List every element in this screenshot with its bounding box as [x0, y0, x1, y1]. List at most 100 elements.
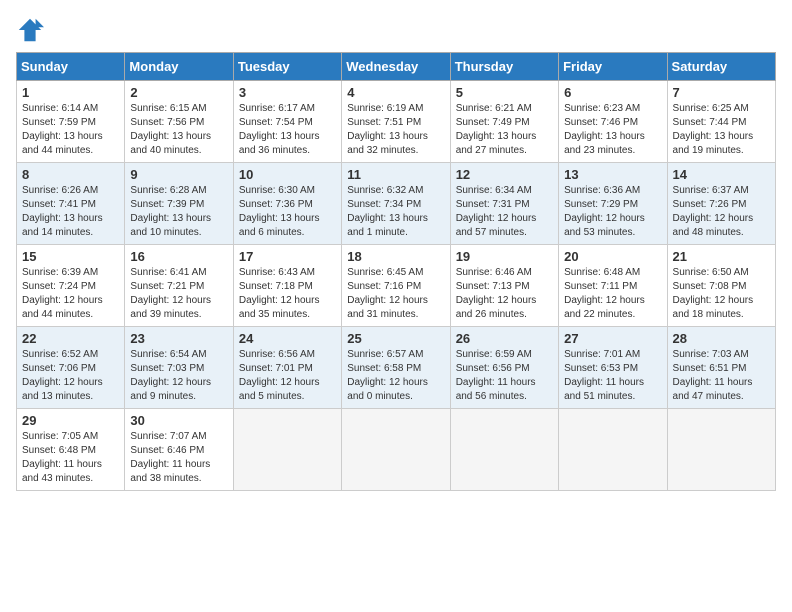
day-info: Sunrise: 6:46 AM Sunset: 7:13 PM Dayligh…: [456, 266, 553, 322]
day-number: 13: [564, 167, 661, 182]
day-number: 10: [239, 167, 336, 182]
weekday-header-monday: Monday: [125, 53, 233, 81]
day-number: 29: [22, 413, 119, 428]
day-number: 9: [130, 167, 227, 182]
day-number: 25: [347, 331, 444, 346]
calendar-cell: 23 Sunrise: 6:54 AM Sunset: 7:03 PM Dayl…: [125, 327, 233, 409]
calendar-cell: 27 Sunrise: 7:01 AM Sunset: 6:53 PM Dayl…: [559, 327, 667, 409]
day-info: Sunrise: 6:56 AM Sunset: 7:01 PM Dayligh…: [239, 348, 336, 404]
calendar-cell: 29 Sunrise: 7:05 AM Sunset: 6:48 PM Dayl…: [17, 409, 125, 491]
calendar-week-2: 8 Sunrise: 6:26 AM Sunset: 7:41 PM Dayli…: [17, 163, 776, 245]
day-number: 26: [456, 331, 553, 346]
calendar-cell: [233, 409, 341, 491]
day-number: 17: [239, 249, 336, 264]
calendar-cell: [559, 409, 667, 491]
calendar-table: SundayMondayTuesdayWednesdayThursdayFrid…: [16, 52, 776, 491]
day-info: Sunrise: 6:37 AM Sunset: 7:26 PM Dayligh…: [673, 184, 770, 240]
calendar-cell: 28 Sunrise: 7:03 AM Sunset: 6:51 PM Dayl…: [667, 327, 775, 409]
day-info: Sunrise: 6:50 AM Sunset: 7:08 PM Dayligh…: [673, 266, 770, 322]
calendar-cell: 10 Sunrise: 6:30 AM Sunset: 7:36 PM Dayl…: [233, 163, 341, 245]
calendar-cell: 17 Sunrise: 6:43 AM Sunset: 7:18 PM Dayl…: [233, 245, 341, 327]
calendar-cell: [450, 409, 558, 491]
weekday-header-tuesday: Tuesday: [233, 53, 341, 81]
day-info: Sunrise: 6:26 AM Sunset: 7:41 PM Dayligh…: [22, 184, 119, 240]
weekday-header-friday: Friday: [559, 53, 667, 81]
day-number: 21: [673, 249, 770, 264]
day-number: 8: [22, 167, 119, 182]
day-number: 2: [130, 85, 227, 100]
calendar-cell: 6 Sunrise: 6:23 AM Sunset: 7:46 PM Dayli…: [559, 81, 667, 163]
weekday-header-thursday: Thursday: [450, 53, 558, 81]
day-info: Sunrise: 6:32 AM Sunset: 7:34 PM Dayligh…: [347, 184, 444, 240]
calendar-cell: 12 Sunrise: 6:34 AM Sunset: 7:31 PM Dayl…: [450, 163, 558, 245]
day-info: Sunrise: 7:03 AM Sunset: 6:51 PM Dayligh…: [673, 348, 770, 404]
day-number: 20: [564, 249, 661, 264]
calendar-cell: 16 Sunrise: 6:41 AM Sunset: 7:21 PM Dayl…: [125, 245, 233, 327]
day-info: Sunrise: 7:01 AM Sunset: 6:53 PM Dayligh…: [564, 348, 661, 404]
day-info: Sunrise: 7:07 AM Sunset: 6:46 PM Dayligh…: [130, 430, 227, 486]
day-number: 15: [22, 249, 119, 264]
calendar-body: 1 Sunrise: 6:14 AM Sunset: 7:59 PM Dayli…: [17, 81, 776, 491]
day-info: Sunrise: 6:25 AM Sunset: 7:44 PM Dayligh…: [673, 102, 770, 158]
day-info: Sunrise: 6:41 AM Sunset: 7:21 PM Dayligh…: [130, 266, 227, 322]
calendar-cell: 24 Sunrise: 6:56 AM Sunset: 7:01 PM Dayl…: [233, 327, 341, 409]
calendar-cell: 8 Sunrise: 6:26 AM Sunset: 7:41 PM Dayli…: [17, 163, 125, 245]
day-number: 11: [347, 167, 444, 182]
calendar-cell: 1 Sunrise: 6:14 AM Sunset: 7:59 PM Dayli…: [17, 81, 125, 163]
day-info: Sunrise: 6:14 AM Sunset: 7:59 PM Dayligh…: [22, 102, 119, 158]
logo: [16, 16, 48, 44]
day-number: 18: [347, 249, 444, 264]
calendar-cell: 19 Sunrise: 6:46 AM Sunset: 7:13 PM Dayl…: [450, 245, 558, 327]
day-number: 4: [347, 85, 444, 100]
calendar-cell: 20 Sunrise: 6:48 AM Sunset: 7:11 PM Dayl…: [559, 245, 667, 327]
day-number: 3: [239, 85, 336, 100]
calendar-cell: 18 Sunrise: 6:45 AM Sunset: 7:16 PM Dayl…: [342, 245, 450, 327]
calendar-cell: 15 Sunrise: 6:39 AM Sunset: 7:24 PM Dayl…: [17, 245, 125, 327]
day-info: Sunrise: 6:45 AM Sunset: 7:16 PM Dayligh…: [347, 266, 444, 322]
calendar-header: SundayMondayTuesdayWednesdayThursdayFrid…: [17, 53, 776, 81]
day-info: Sunrise: 7:05 AM Sunset: 6:48 PM Dayligh…: [22, 430, 119, 486]
calendar-cell: 30 Sunrise: 7:07 AM Sunset: 6:46 PM Dayl…: [125, 409, 233, 491]
calendar-cell: 25 Sunrise: 6:57 AM Sunset: 6:58 PM Dayl…: [342, 327, 450, 409]
day-info: Sunrise: 6:19 AM Sunset: 7:51 PM Dayligh…: [347, 102, 444, 158]
day-info: Sunrise: 6:54 AM Sunset: 7:03 PM Dayligh…: [130, 348, 227, 404]
calendar-cell: 13 Sunrise: 6:36 AM Sunset: 7:29 PM Dayl…: [559, 163, 667, 245]
day-info: Sunrise: 6:57 AM Sunset: 6:58 PM Dayligh…: [347, 348, 444, 404]
calendar-cell: 3 Sunrise: 6:17 AM Sunset: 7:54 PM Dayli…: [233, 81, 341, 163]
day-info: Sunrise: 6:21 AM Sunset: 7:49 PM Dayligh…: [456, 102, 553, 158]
day-number: 14: [673, 167, 770, 182]
logo-icon: [16, 16, 44, 44]
weekday-header-sunday: Sunday: [17, 53, 125, 81]
calendar-week-3: 15 Sunrise: 6:39 AM Sunset: 7:24 PM Dayl…: [17, 245, 776, 327]
calendar-cell: 22 Sunrise: 6:52 AM Sunset: 7:06 PM Dayl…: [17, 327, 125, 409]
day-info: Sunrise: 6:30 AM Sunset: 7:36 PM Dayligh…: [239, 184, 336, 240]
day-info: Sunrise: 6:23 AM Sunset: 7:46 PM Dayligh…: [564, 102, 661, 158]
day-number: 27: [564, 331, 661, 346]
day-info: Sunrise: 6:52 AM Sunset: 7:06 PM Dayligh…: [22, 348, 119, 404]
day-number: 24: [239, 331, 336, 346]
day-number: 23: [130, 331, 227, 346]
calendar-week-4: 22 Sunrise: 6:52 AM Sunset: 7:06 PM Dayl…: [17, 327, 776, 409]
calendar-cell: [667, 409, 775, 491]
day-number: 22: [22, 331, 119, 346]
calendar-cell: 5 Sunrise: 6:21 AM Sunset: 7:49 PM Dayli…: [450, 81, 558, 163]
calendar-cell: 7 Sunrise: 6:25 AM Sunset: 7:44 PM Dayli…: [667, 81, 775, 163]
day-number: 1: [22, 85, 119, 100]
day-info: Sunrise: 6:59 AM Sunset: 6:56 PM Dayligh…: [456, 348, 553, 404]
day-info: Sunrise: 6:39 AM Sunset: 7:24 PM Dayligh…: [22, 266, 119, 322]
day-number: 5: [456, 85, 553, 100]
day-number: 7: [673, 85, 770, 100]
calendar-cell: 26 Sunrise: 6:59 AM Sunset: 6:56 PM Dayl…: [450, 327, 558, 409]
day-number: 28: [673, 331, 770, 346]
day-info: Sunrise: 6:28 AM Sunset: 7:39 PM Dayligh…: [130, 184, 227, 240]
day-info: Sunrise: 6:15 AM Sunset: 7:56 PM Dayligh…: [130, 102, 227, 158]
day-info: Sunrise: 6:17 AM Sunset: 7:54 PM Dayligh…: [239, 102, 336, 158]
day-number: 12: [456, 167, 553, 182]
day-info: Sunrise: 6:43 AM Sunset: 7:18 PM Dayligh…: [239, 266, 336, 322]
day-info: Sunrise: 6:36 AM Sunset: 7:29 PM Dayligh…: [564, 184, 661, 240]
day-info: Sunrise: 6:48 AM Sunset: 7:11 PM Dayligh…: [564, 266, 661, 322]
day-number: 19: [456, 249, 553, 264]
calendar-cell: 21 Sunrise: 6:50 AM Sunset: 7:08 PM Dayl…: [667, 245, 775, 327]
day-info: Sunrise: 6:34 AM Sunset: 7:31 PM Dayligh…: [456, 184, 553, 240]
calendar-cell: [342, 409, 450, 491]
